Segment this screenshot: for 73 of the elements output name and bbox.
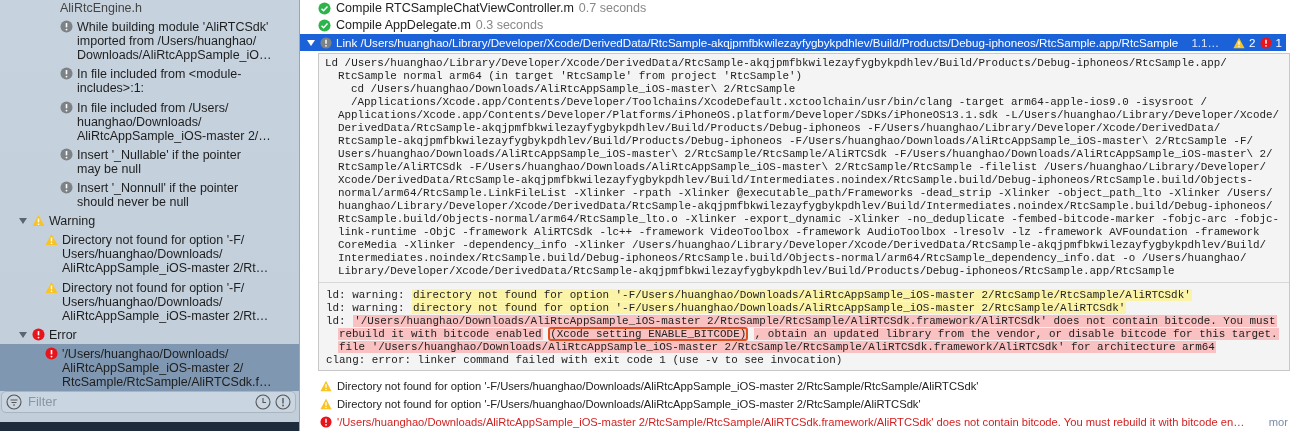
log-text: ld: warning: [325,289,406,301]
log-line: Applications/Xcode.app/Contents/Developer/Platforms/iPhoneOS.platform/Developer/SDKs/iPhoneOS13.1.sdk -L/Users/huanghao/Library/Developer/Xcode/ [337,109,1281,122]
step-duration: 0.3 seconds [475,17,544,35]
warning-message: directory not found for option '-F/Users/huanghao/Downloads/AliRtcAppSample_iOS-master 2/RtcSample/AliRTCSdk' [412,302,1127,314]
log-text: ld: warning: [325,302,406,314]
setting-callout: (Xcode setting ENABLE_BITCODE) [549,328,748,340]
warning-icon [320,380,332,392]
note-icon [60,20,73,34]
log-line: RtcSample normal arm64 (in target 'RtcSample' from project 'RtcSample') [337,70,804,83]
issue-message: Directory not found for option '-F/Users/huanghao/Downloads/AliRtcAppSample_iOS-master 2/RtcSample/AliRTCSdk' [337,396,921,412]
issue-item[interactable]: While building module 'AliRTCSdk' imported from /Users/huanghao/ Downloads/AliRtcAppSample_iO… [0,17,299,65]
log-line: normal/arm64/RtcSample.LinkFileList -Xlinker -rpath -Xlinker @executable_path/Frameworks -dead_strip -Xlinker -object_path_lto -Xlinker /Users/ [337,187,1274,200]
log-text: clang: error: linker command failed with exit code 1 (use -v to see invocation) [325,354,844,366]
warning-count: 2 [1249,34,1256,51]
log-line: RtcSample.build/Objects-normal/arm64/RtcSample_lto.o -Xlinker -export_dynamic -Xlinker -no_deduplicate -fembed-bitcode-marker -fobjc-arc -fobjc- [337,213,1281,226]
log-text: ld: [325,315,347,327]
error-icon [320,416,332,428]
step-label: Link /Users/huanghao/Library/Developer/Xcode/DerivedData/RtcSample-akqjpmfbkwilezayfygbykpdhlev/Build/Products/Debug-iphoneos/RtcSample.app/RtcSample [336,34,1180,51]
exclamation-icon[interactable] [275,394,291,410]
error-icon [1259,36,1272,49]
issue-item[interactable]: Insert '_Nullable' if the pointer may be null [0,145,299,179]
issue-item[interactable]: Directory not found for option '-F/ Users/huanghao/Downloads/ AliRtcAppSample_iOS-master 2/Rt… [0,230,299,278]
more-link[interactable]: mor [1262,413,1288,431]
issue-item[interactable]: Directory not found for option '-F/ Users/huanghao/Downloads/ AliRtcAppSample_iOS-master 2/Rt… [0,277,299,326]
step-label: Compile AppDelegate.m [336,17,471,35]
log-line: link-runtime -ObjC -framework AliRTCSdk -lc++ -framework VideoToolbox -framework AudioToolbox -lresolv -lz -framework AVFoundation -framework [337,226,1261,239]
issue-item[interactable]: In file included from /Users/ huanghao/Downloads/ AliRtcAppSample_iOS-master 2/… [0,97,299,146]
log-line: DerivedData/RtcSample-akqjpmfbkwilezayfygbykpdhlev/Build/Products/Debug-iphoneos -F/Users/huanghao/Library/Developer/Xcode/DerivedData/ [337,122,1222,135]
issue-item[interactable]: AliRtcEngine.h [0,1,299,18]
step-duration: 0.7 seconds [578,0,647,18]
warning-icon [45,280,58,294]
issue-item[interactable]: '/Users/huanghao/Downloads/ AliRtcAppSample_iOS-master 2/ RtcSample/RtcSample/AliRTCSdk.f… [0,344,299,391]
filter-input[interactable]: Filter [26,391,251,413]
note-icon [60,180,73,194]
log-line: RtcSample/AliRTCSdk -F/Users/huanghao/Downloads/AliRtcAppSample_iOS-master\ 2/RtcSample/RtcSample -filelist /Users/huanghao/Library/Developer/ [337,161,1268,174]
log-line: CoreMedia -Xlinker -dependency_info -Xlinker /Users/huanghao/Library/Developer/Xcode/DerivedData/RtcSample-akqjpmfbkwilezayfygbykpdhlev/Build/ [337,239,1268,252]
link-step-row[interactable]: Link /Users/huanghao/Library/Developer/Xcode/DerivedData/RtcSample-akqjpmfbkwilezayfygbykpdhlev/Build/Products/Debug-iphoneos/RtcSample.app/RtcSample 1.1… 2 1 [300,34,1286,51]
issue-item[interactable]: In file included from <module- includes>:1: [0,64,299,98]
issue-message: '/Users/huanghao/Downloads/AliRtcAppSample_iOS-master 2/RtcSample/RtcSample/AliRTCSdk.framework/AliRTCSdk' does not contain bitcode. You must rebuild it with bitcode en… [337,414,1245,430]
error-count: 1 [1275,34,1282,51]
note-icon [320,36,332,49]
issue-item[interactable]: Insert '_Nonnull' if the pointer should never be null [0,178,299,212]
note-icon [60,147,73,161]
error-message: file '/Users/huanghao/Downloads/AliRtcAppSample_iOS-master 2/RtcSample/RtcSample/AliRTCSdk.framework/AliRTCSdk' for architecture arm64 [338,341,1216,353]
warning-icon [1233,36,1246,49]
error-icon [45,346,58,360]
clock-icon[interactable] [255,394,271,410]
issue-item[interactable]: Warning [0,211,299,231]
log-line: cd /Users/huanghao/Downloads/AliRtcAppSample_iOS-master\ 2/RtcSample [350,83,797,96]
warning-icon [45,233,58,247]
error-message: rebuild it with bitcode enabled [338,328,543,340]
error-message: , obtain an updated library from the vendor, or disable bitcode for this target. [753,328,1279,340]
log-line: Library/Developer/Xcode/DerivedData/RtcSample-akqjpmfbkwilezayfygbykpdhlev/Build/Products/Debug-iphoneos/RtcSample.app/RtcSample [337,265,1176,278]
log-line: Ld /Users/huanghao/Library/Developer/Xcode/DerivedData/RtcSample-akqjpmfbkwilezayfygbykpdhlev/Build/Products/Debug-iphoneos/RtcSample.app/ [325,57,1228,70]
warning-icon [32,214,45,228]
error-icon [32,327,45,341]
log-line: Users/huanghao/Downloads/AliRtcAppSample_iOS-master\ 2/RtcSample/RtcSample/AliRTCSdk -F/Users/huanghao/Downloads/AliRtcAppSample_iOS-master\ 2/ [337,148,1274,161]
step-duration: 1.1… [1191,34,1220,51]
log-line: Intermediates.noindex/RtcSample.build/Debug-iphoneos/RtcSample.build/Objects-normal/arm64/RtcSample_dependency_info.dat -o /Users/huanghao/ [337,252,1248,265]
error-message: '/Users/huanghao/Downloads/AliRtcAppSample_iOS-master 2/RtcSample/RtcSample/AliRTCSdk.framework/AliRTCSdk' does not contain bitcode. You must [353,315,1277,327]
issue-item[interactable]: Error [0,325,299,345]
log-line: huanghao/Library/Developer/Xcode/DerivedData/RtcSample-akqjpmfbkwilezayfygbykpdhlev/Build/Intermediates.noindex/RtcSample.build/Debug-iphoneos/ [337,200,1274,213]
issue-message: Directory not found for option '-F/Users/huanghao/Downloads/AliRtcAppSample_iOS-master 2/RtcSample/RtcSample/AliRTCSdk' [337,378,979,394]
log-line: /Applications/Xcode.app/Contents/Developer/Toolchains/XcodeDefault.xctoolchain/usr/bin/clang -target arm64-apple-ios9.0 -isysroot / [350,96,1209,109]
log-line: Xcode/DerivedData/RtcSample-akqjpmfbkwilezayfygbykpdhlev/Build/Intermediates.noindex/RtcSample.build/Debug-iphoneos/RtcSample.build/Objects- [337,174,1254,187]
warning-message: directory not found for option '-F/Users/huanghao/Downloads/AliRtcAppSample_iOS-master 2/RtcSample/RtcSample/AliRTCSdk' [412,289,1192,301]
note-icon [60,100,73,114]
warning-icon [320,398,332,410]
step-label: Compile RTCSampleChatViewController.m [336,0,574,18]
log-line: RtcSample-akqjpmfbkwilezayfygbykpdhlev/Build/Products/Debug-iphoneos -F/Users/huanghao/Downloads/AliRtcAppSample_iOS-master\ 2/RtcSample -F/ [337,135,1254,148]
filter-field[interactable]: Filter [1,391,296,413]
note-icon [60,67,73,81]
filter-icon [6,394,22,410]
